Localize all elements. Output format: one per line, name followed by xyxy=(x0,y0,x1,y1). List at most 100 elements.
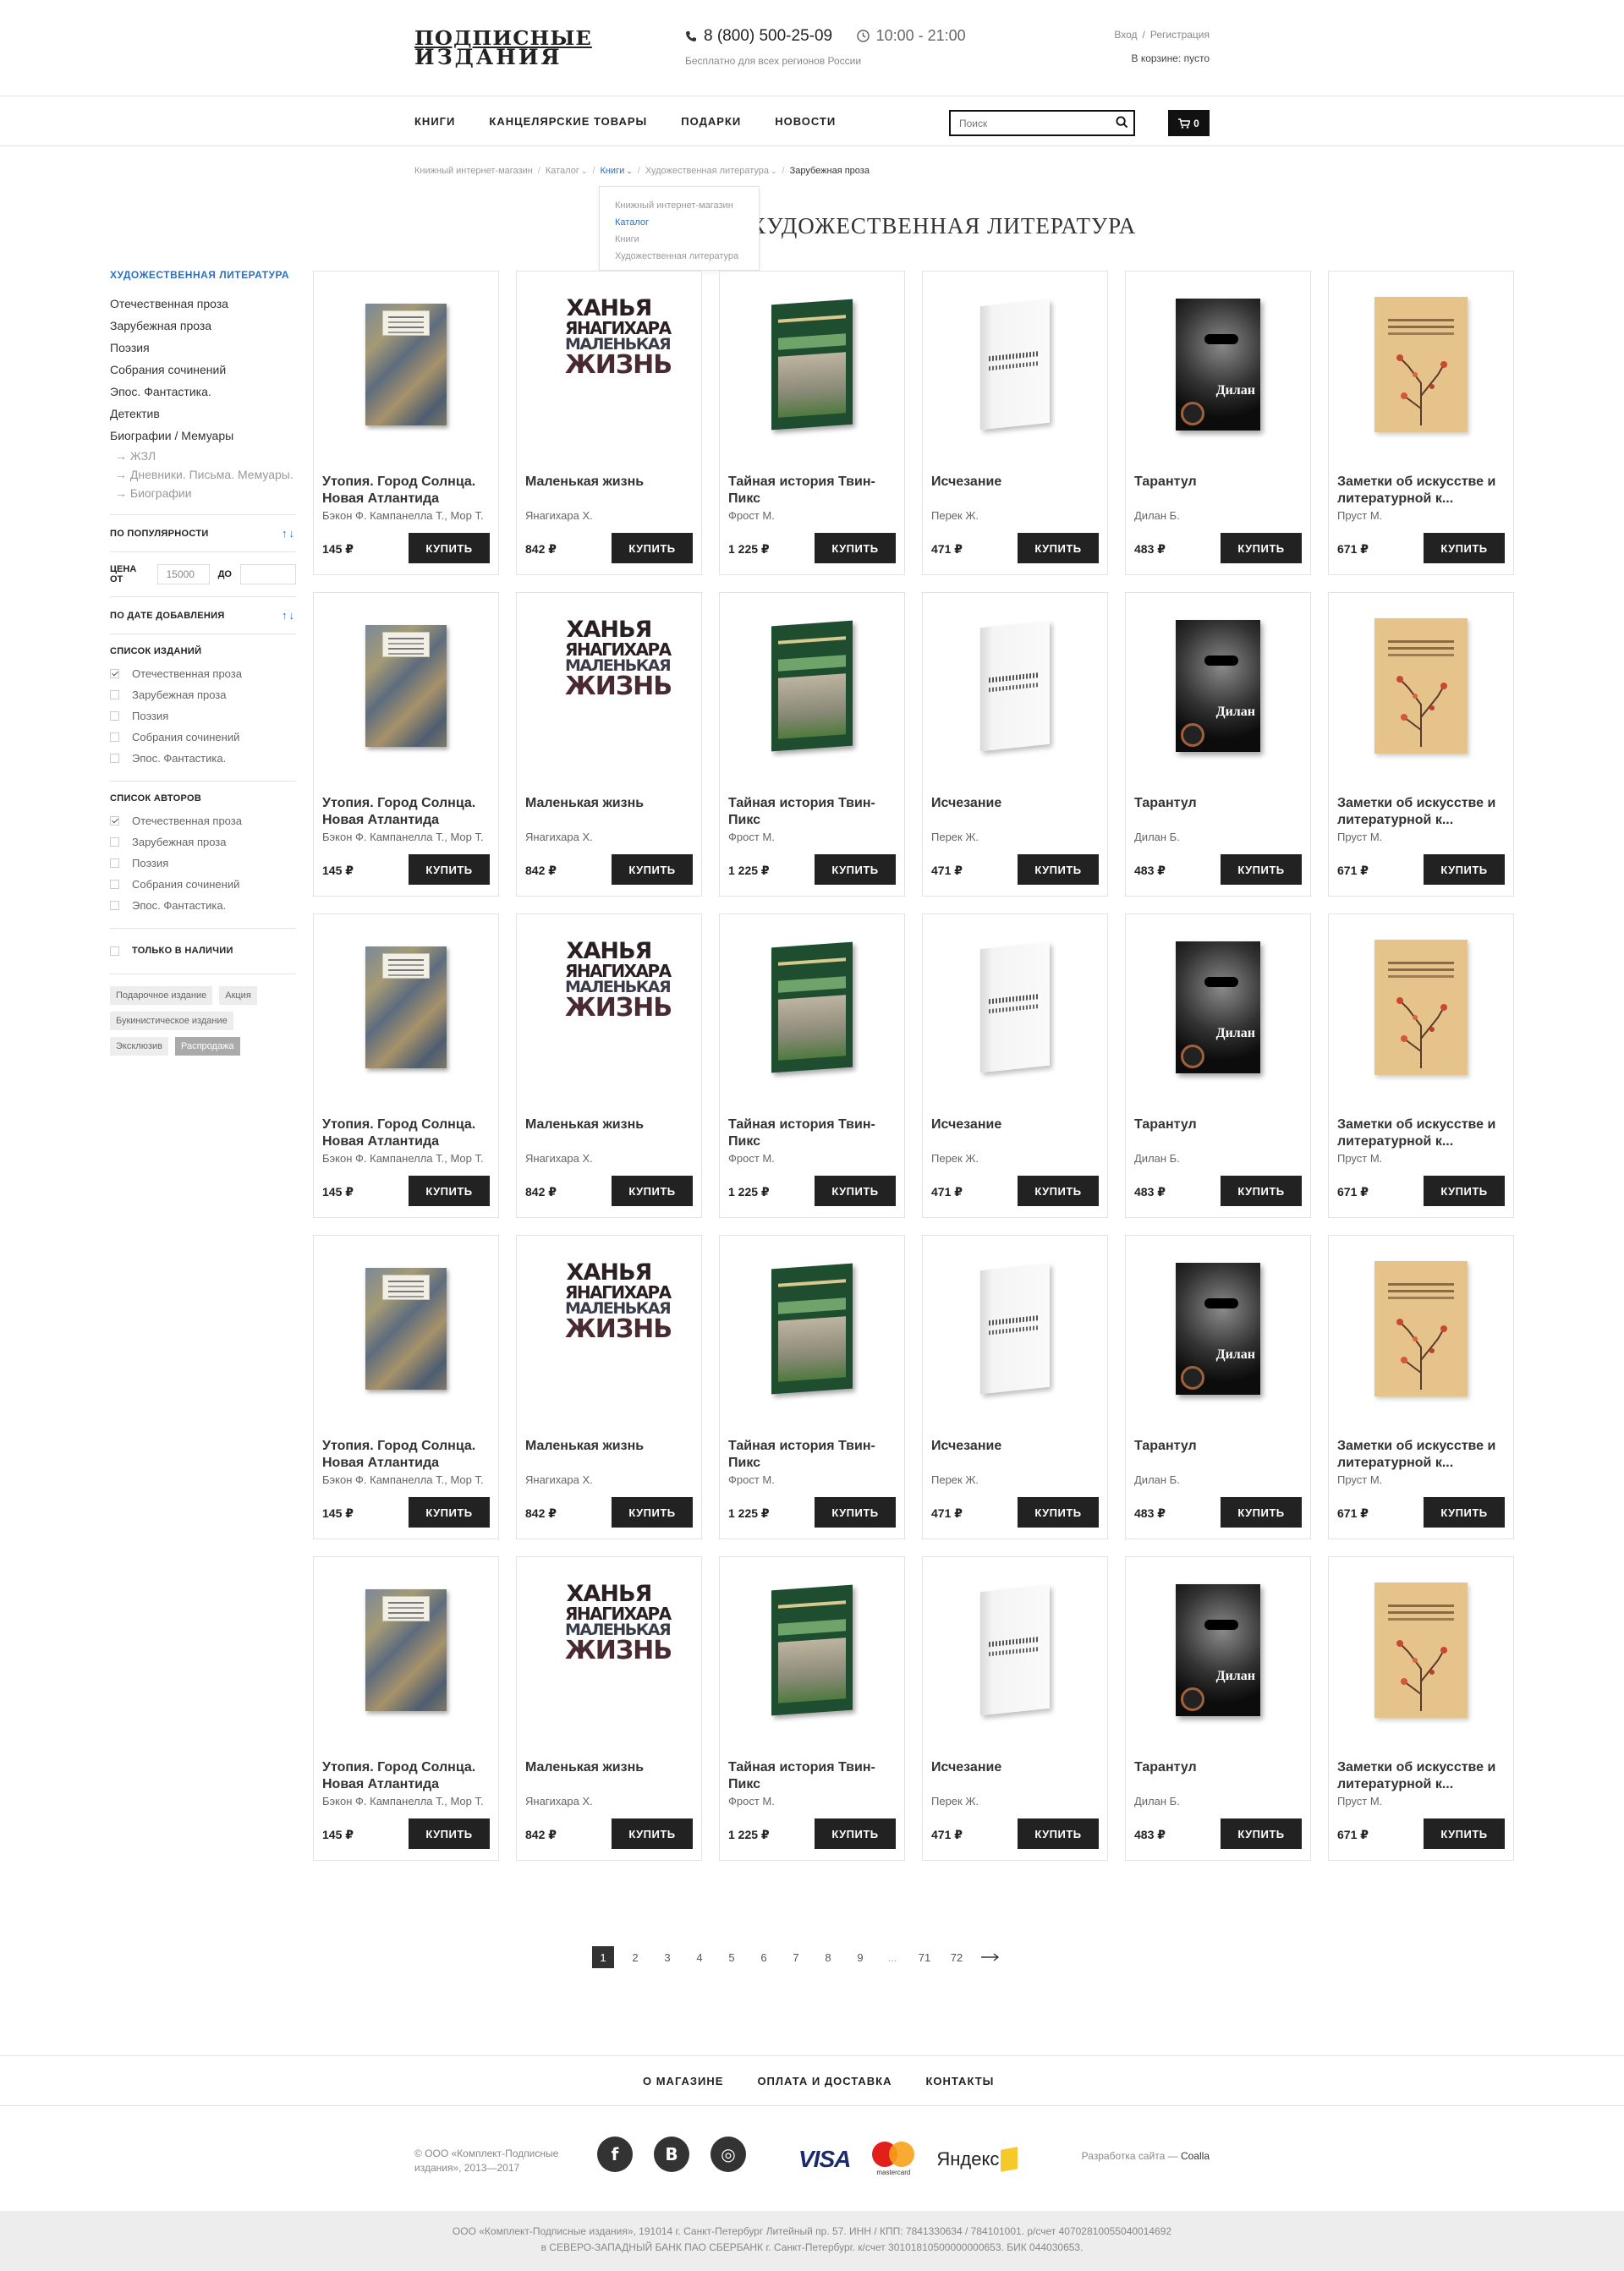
nav-item-stationery[interactable]: КАНЦЕЛЯРСКИЕ ТОВАРЫ xyxy=(489,115,647,128)
product-title[interactable]: Маленькая жизнь xyxy=(525,1759,694,1793)
phone[interactable]: 8 (800) 500-25-09 xyxy=(685,27,832,46)
book-cover-image[interactable]: ХАНЬЯ ЯНАГИХАРА МАЛЕНЬКАЯ ЖИЗНЬ xyxy=(565,1583,672,1718)
tag-promo[interactable]: Акция xyxy=(219,986,257,1005)
nav-item-gifts[interactable]: ПОДАРКИ xyxy=(681,115,741,128)
book-cover-image[interactable] xyxy=(980,299,1050,431)
product-image[interactable] xyxy=(923,272,1107,458)
buy-button[interactable]: КУПИТЬ xyxy=(1424,854,1505,885)
buy-button[interactable]: КУПИТЬ xyxy=(612,1176,693,1206)
product-title[interactable]: Тайная история Твин-Пикс xyxy=(728,1438,897,1472)
buy-button[interactable]: КУПИТЬ xyxy=(1221,854,1302,885)
product-title[interactable]: Утопия. Город Солнца. Новая Атлантида xyxy=(322,474,491,507)
page-link[interactable]: 5 xyxy=(721,1946,743,1968)
buy-button[interactable]: КУПИТЬ xyxy=(1018,1818,1099,1849)
sidebar-subitem[interactable]: → Дневники. Письма. Мемуары. xyxy=(110,465,296,484)
buy-button[interactable]: КУПИТЬ xyxy=(1018,1176,1099,1206)
page-link[interactable]: 7 xyxy=(785,1946,807,1968)
product-card[interactable]: Утопия. Город Солнца. Новая Атлантида Бэк… xyxy=(313,1556,499,1861)
buy-button[interactable]: КУПИТЬ xyxy=(612,533,693,563)
product-title[interactable]: Утопия. Город Солнца. Новая Атлантида xyxy=(322,1438,491,1472)
book-cover-image[interactable] xyxy=(365,625,447,747)
product-card[interactable]: ХАНЬЯ ЯНАГИХАРА МАЛЕНЬКАЯ ЖИЗНЬ Маленькая жи… xyxy=(516,271,702,575)
buy-button[interactable]: КУПИТЬ xyxy=(1424,1818,1505,1849)
price-to-input[interactable] xyxy=(240,564,296,584)
book-cover-image[interactable] xyxy=(980,620,1050,752)
breadcrumb-home[interactable]: Книжный интернет-магазин xyxy=(414,166,533,176)
checkbox-icon[interactable] xyxy=(110,711,119,721)
product-card[interactable]: Тайная история Твин-Пикс Фрост М. 1 225 ₽ К… xyxy=(719,592,905,897)
in-stock-checkbox[interactable]: ТОЛЬКО В НАЛИЧИИ xyxy=(110,941,296,962)
developer-link[interactable]: Coalla xyxy=(1181,2150,1210,2162)
checkbox-icon[interactable] xyxy=(110,754,119,763)
product-card[interactable]: Дилан Тарантул Дилан Б. 483 ₽ КУПИТЬ xyxy=(1125,271,1311,575)
breadcrumb-fiction[interactable]: Художественная литература ⌄ xyxy=(645,166,777,176)
product-title[interactable]: Тарантул xyxy=(1134,1759,1303,1793)
sidebar-subitem[interactable]: → ЖЗЛ xyxy=(110,447,296,465)
product-card[interactable]: Заметки об искусстве и литературной к...… xyxy=(1328,1556,1514,1861)
site-logo[interactable]: ПОДПИСНЫЕ ИЗДАНИЯ xyxy=(414,29,602,68)
checkbox-icon[interactable] xyxy=(110,690,119,699)
buy-button[interactable]: КУПИТЬ xyxy=(612,854,693,885)
footer-link-about[interactable]: О МАГАЗИНЕ xyxy=(643,2075,723,2087)
product-image[interactable] xyxy=(1329,1236,1513,1422)
book-cover-image[interactable] xyxy=(771,1584,853,1716)
product-title[interactable]: Заметки об искусстве и литературной к... xyxy=(1337,1759,1506,1793)
product-title[interactable]: Утопия. Город Солнца. Новая Атлантида xyxy=(322,1116,491,1150)
product-card[interactable]: Утопия. Город Солнца. Новая Атлантида Бэк… xyxy=(313,592,499,897)
product-title[interactable]: Маленькая жизнь xyxy=(525,474,694,507)
sort-arrows-icon[interactable]: ↑↓ xyxy=(282,527,296,540)
product-card[interactable]: Исчезание Перек Ж. 471 ₽ КУПИТЬ xyxy=(922,1556,1108,1861)
facebook-icon[interactable]: f xyxy=(597,2137,633,2172)
breadcrumb-books[interactable]: Книги ⌄ xyxy=(600,166,632,176)
page-link[interactable]: 2 xyxy=(624,1946,646,1968)
dropdown-item[interactable]: Художественная литература xyxy=(615,248,743,265)
product-image[interactable] xyxy=(923,1236,1107,1422)
author-checkbox[interactable]: Зарубежная проза xyxy=(110,831,296,853)
tag-sale[interactable]: Распродажа xyxy=(174,1037,240,1056)
buy-button[interactable]: КУПИТЬ xyxy=(815,854,896,885)
book-cover-image[interactable] xyxy=(365,946,447,1068)
page-link[interactable]: 8 xyxy=(817,1946,839,1968)
buy-button[interactable]: КУПИТЬ xyxy=(1221,1176,1302,1206)
product-card[interactable]: Утопия. Город Солнца. Новая Атлантида Бэк… xyxy=(313,1235,499,1539)
product-card[interactable]: Исчезание Перек Ж. 471 ₽ КУПИТЬ xyxy=(922,271,1108,575)
page-link[interactable]: 9 xyxy=(849,1946,871,1968)
product-title[interactable]: Маленькая жизнь xyxy=(525,1438,694,1472)
nav-item-news[interactable]: НОВОСТИ xyxy=(775,115,836,128)
product-title[interactable]: Заметки об искусстве и литературной к... xyxy=(1337,1438,1506,1472)
product-card[interactable]: Исчезание Перек Ж. 471 ₽ КУПИТЬ xyxy=(922,913,1108,1218)
buy-button[interactable]: КУПИТЬ xyxy=(1018,854,1099,885)
edition-checkbox[interactable]: Собрания сочинений xyxy=(110,727,296,748)
product-card[interactable]: Тайная история Твин-Пикс Фрост М. 1 225 ₽ К… xyxy=(719,913,905,1218)
buy-button[interactable]: КУПИТЬ xyxy=(1424,1176,1505,1206)
product-title[interactable]: Тарантул xyxy=(1134,474,1303,507)
product-card[interactable]: Исчезание Перек Ж. 471 ₽ КУПИТЬ xyxy=(922,592,1108,897)
book-cover-image[interactable] xyxy=(771,299,853,431)
tag-antiquarian[interactable]: Букинистическое издание xyxy=(110,1012,233,1030)
book-cover-image[interactable] xyxy=(980,1263,1050,1395)
checkbox-icon[interactable] xyxy=(110,837,119,847)
book-cover-image[interactable] xyxy=(771,1263,853,1395)
buy-button[interactable]: КУПИТЬ xyxy=(409,533,490,563)
book-cover-image[interactable]: Дилан xyxy=(1176,620,1260,752)
book-cover-image[interactable]: ХАНЬЯ ЯНАГИХАРА МАЛЕНЬКАЯ ЖИЗНЬ xyxy=(565,297,672,432)
checkbox-checked-icon[interactable] xyxy=(110,816,119,826)
product-image[interactable]: ХАНЬЯ ЯНАГИХАРА МАЛЕНЬКАЯ ЖИЗНЬ xyxy=(517,1557,701,1743)
footer-link-contacts[interactable]: КОНТАКТЫ xyxy=(926,2075,995,2087)
product-title[interactable]: Маленькая жизнь xyxy=(525,1116,694,1150)
book-cover-image[interactable]: Дилан xyxy=(1176,299,1260,431)
sidebar-item-category[interactable]: Собрания сочинений xyxy=(110,359,296,381)
page-link[interactable]: 4 xyxy=(689,1946,710,1968)
buy-button[interactable]: КУПИТЬ xyxy=(612,1818,693,1849)
product-title[interactable]: Тайная история Твин-Пикс xyxy=(728,1759,897,1793)
product-card[interactable]: ХАНЬЯ ЯНАГИХАРА МАЛЕНЬКАЯ ЖИЗНЬ Маленькая жи… xyxy=(516,913,702,1218)
buy-button[interactable]: КУПИТЬ xyxy=(815,533,896,563)
product-title[interactable]: Маленькая жизнь xyxy=(525,795,694,829)
nav-item-books[interactable]: КНИГИ xyxy=(414,115,455,128)
product-card[interactable]: Утопия. Город Солнца. Новая Атлантида Бэк… xyxy=(313,913,499,1218)
product-card[interactable]: Исчезание Перек Ж. 471 ₽ КУПИТЬ xyxy=(922,1235,1108,1539)
product-image[interactable] xyxy=(314,1557,498,1743)
product-card[interactable]: ХАНЬЯ ЯНАГИХАРА МАЛЕНЬКАЯ ЖИЗНЬ Маленькая жи… xyxy=(516,1556,702,1861)
product-image[interactable] xyxy=(314,593,498,779)
product-title[interactable]: Исчезание xyxy=(931,1438,1100,1472)
